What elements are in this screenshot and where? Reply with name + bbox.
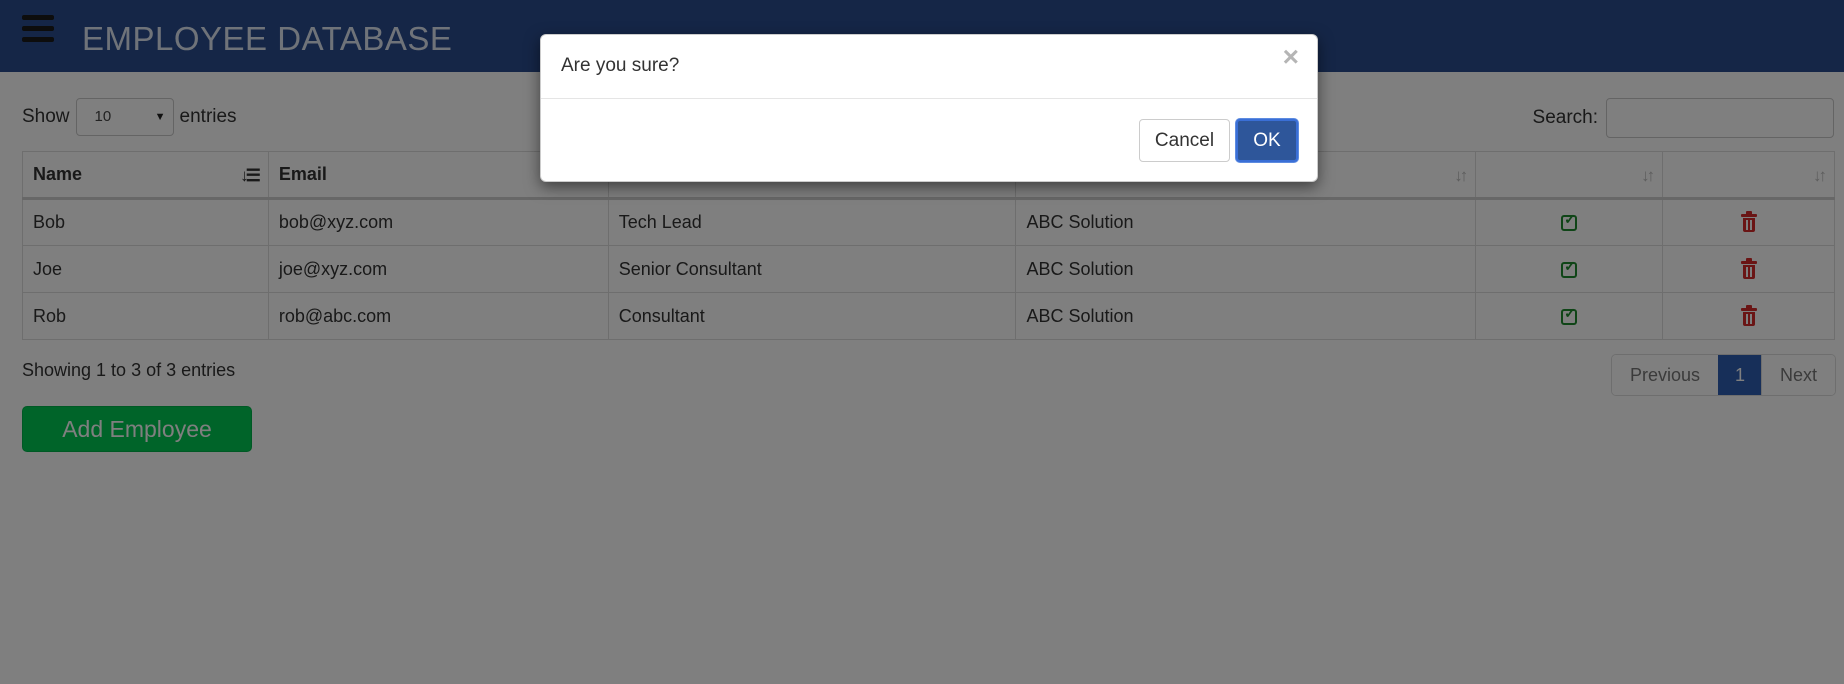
cancel-button[interactable]: Cancel: [1139, 119, 1230, 162]
dialog-header: Are you sure? ×: [541, 35, 1317, 99]
dialog-footer: Cancel OK: [541, 99, 1317, 182]
confirm-dialog: Are you sure? × Cancel OK: [540, 34, 1318, 182]
ok-button[interactable]: OK: [1236, 119, 1298, 162]
dialog-title: Are you sure?: [561, 55, 680, 76]
close-icon[interactable]: ×: [1283, 41, 1299, 73]
